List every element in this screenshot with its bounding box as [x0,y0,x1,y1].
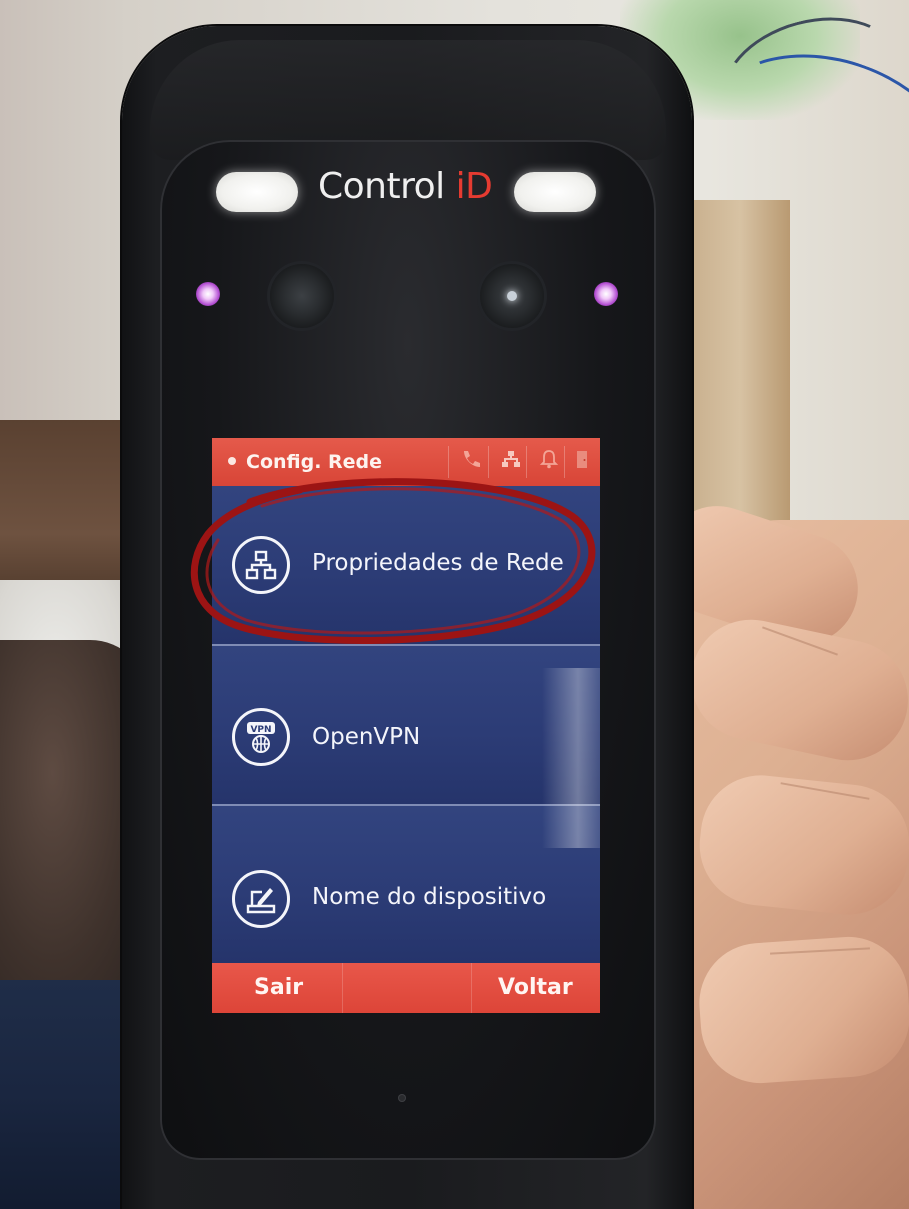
menu-item-label: OpenVPN [312,724,421,750]
menu-item-openvpn[interactable]: VPN OpenVPN [212,646,600,804]
vpn-globe-icon: VPN [232,708,290,766]
menu-item-label: Nome do dispositivo [312,884,547,910]
bottom-bar-spacer [342,963,472,1013]
status-dot [228,457,236,465]
brand-logo-accent: iD [455,166,493,207]
camera-lens-left [270,264,334,328]
brand-logo: Control iD [318,166,508,207]
status-led-left [216,172,298,212]
svg-text:VPN: VPN [250,725,271,735]
camera-lens-right [480,264,544,328]
edit-device-icon [232,870,290,928]
infrared-led-right [594,282,618,306]
status-led-right [514,172,596,212]
menu-item-nome-do-dispositivo[interactable]: Nome do dispositivo [212,806,600,963]
exit-button[interactable]: Sair [254,963,303,1013]
brand-logo-text: Control [318,166,456,207]
back-button[interactable]: Voltar [498,963,573,1013]
background-jeans [0,980,140,1209]
speaker-hole [398,1094,406,1102]
finger [695,932,909,1088]
bottom-bar: Sair Voltar [212,963,600,1013]
red-highlight-ellipse [190,478,596,645]
camera-glint [507,291,517,301]
infrared-led-left [196,282,220,306]
